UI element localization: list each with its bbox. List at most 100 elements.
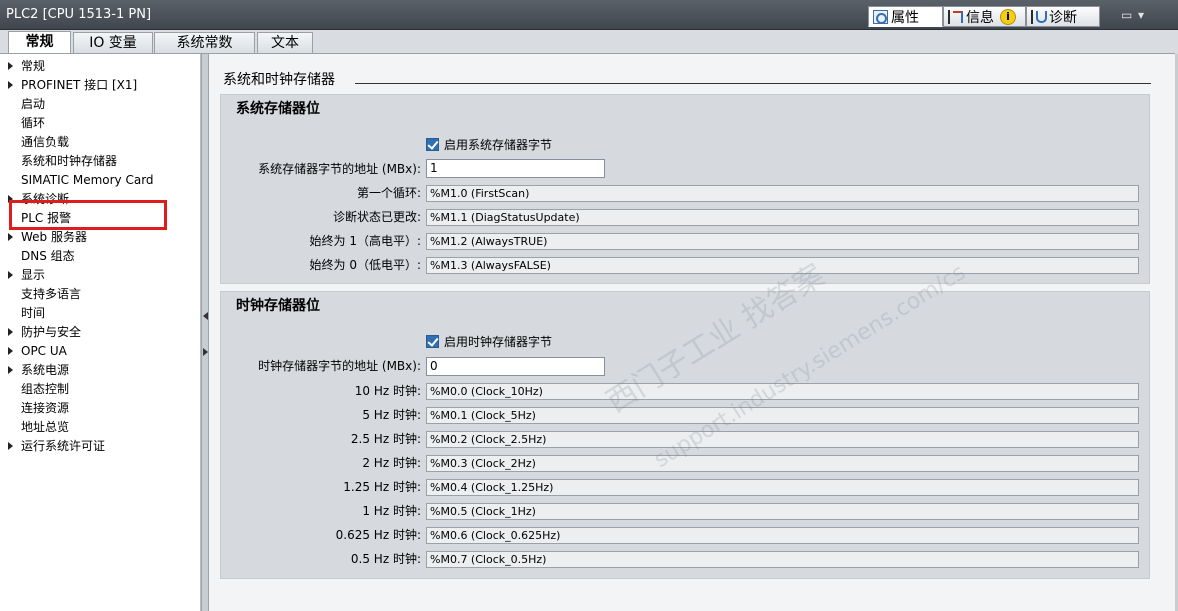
nav-item[interactable]: 系统和时钟存储器 xyxy=(0,152,200,171)
readonly-field: %M0.2 (Clock_2.5Hz) xyxy=(426,431,1139,448)
nav-item-label: Web 服务器 xyxy=(21,230,87,244)
field-label: 0.5 Hz 时钟: xyxy=(350,552,421,566)
nav-item-label: PROFINET 接口 [X1] xyxy=(21,78,138,92)
nav-item-label: OPC UA xyxy=(21,344,67,358)
properties-content: 系统和时钟存储器 系统存储器位 启用系统存储器字节 系统存储器字节的地址 (MB… xyxy=(209,54,1175,611)
nav-item-label: 通信负载 xyxy=(21,135,70,149)
nav-item-label: 启动 xyxy=(21,97,46,111)
tab-general[interactable]: 常规 xyxy=(8,31,71,55)
nav-item-label: 防护与安全 xyxy=(21,325,82,339)
readonly-field: %M0.7 (Clock_0.5Hz) xyxy=(426,551,1139,568)
nav-item-label: 常规 xyxy=(21,59,46,73)
clock-memory-group: 时钟存储器位 启用时钟存储器字节 时钟存储器字节的地址 (MBx): 0 10 … xyxy=(220,291,1150,579)
clock-memory-address-input[interactable]: 0 xyxy=(426,357,605,376)
nav-item-label: 组态控制 xyxy=(21,382,70,396)
nav-item[interactable]: 运行系统许可证 xyxy=(0,437,200,456)
expand-arrow-icon[interactable] xyxy=(8,62,13,70)
enable-clock-memory-checkbox[interactable]: 启用时钟存储器字节 xyxy=(426,333,552,349)
nav-item-label: DNS 组态 xyxy=(21,249,75,263)
checkbox-label: 启用时钟存储器字节 xyxy=(444,334,553,349)
field-label: 诊断状态已更改: xyxy=(332,210,421,224)
field-label: 时钟存储器字节的地址 (MBx): xyxy=(258,359,421,373)
nav-item[interactable]: 启动 xyxy=(0,95,200,114)
tab-system-constants[interactable]: 系统常数 xyxy=(154,32,255,54)
nav-item[interactable]: SIMATIC Memory Card xyxy=(0,171,200,190)
enable-system-memory-checkbox[interactable]: 启用系统存储器字节 xyxy=(426,136,552,152)
readonly-field: %M1.2 (AlwaysTRUE) xyxy=(426,233,1139,250)
system-memory-group: 系统存储器位 启用系统存储器字节 系统存储器字节的地址 (MBx): 1 第一个… xyxy=(220,94,1150,284)
nav-item[interactable]: 防护与安全 xyxy=(0,323,200,342)
readonly-field: %M0.6 (Clock_0.625Hz) xyxy=(426,527,1139,544)
nav-item-label: 连接资源 xyxy=(21,401,70,415)
nav-item[interactable]: 时间 xyxy=(0,304,200,323)
panel-tab-properties[interactable]: 属性 xyxy=(868,6,943,27)
panel-tab-label: 诊断 xyxy=(1049,9,1077,26)
nav-item[interactable]: PROFINET 接口 [X1] xyxy=(0,76,200,95)
panel-tab-label: 属性 xyxy=(891,9,919,26)
tab-io-tags[interactable]: IO 变量 xyxy=(73,32,153,54)
field-label: 始终为 1（高电平）: xyxy=(309,234,422,248)
nav-item-label: 显示 xyxy=(21,268,46,282)
expand-arrow-icon[interactable] xyxy=(8,347,13,355)
nav-item[interactable]: OPC UA xyxy=(0,342,200,361)
splitter[interactable] xyxy=(201,54,209,611)
field-label: 1.25 Hz 时钟: xyxy=(343,480,421,494)
property-navigation-tree: 常规 PROFINET 接口 [X1] 启动循环通信负载系统和时钟存储器 SIMATI… xyxy=(0,54,201,611)
nav-item[interactable]: Web 服务器 xyxy=(0,228,200,247)
diagnostics-icon xyxy=(1031,9,1047,24)
window-title: PLC2 [CPU 1513-1 PN] xyxy=(6,7,152,22)
expand-arrow-icon[interactable] xyxy=(8,233,13,241)
tab-texts[interactable]: 文本 xyxy=(257,32,313,54)
nav-item[interactable]: 连接资源 xyxy=(0,399,200,418)
nav-item[interactable]: 系统电源 xyxy=(0,361,200,380)
field-label: 2.5 Hz 时钟: xyxy=(350,432,421,446)
readonly-field: %M0.3 (Clock_2Hz) xyxy=(426,455,1139,472)
nav-item-label: 系统和时钟存储器 xyxy=(21,154,118,168)
nav-item[interactable]: 循环 xyxy=(0,114,200,133)
readonly-field: %M0.5 (Clock_1Hz) xyxy=(426,503,1139,520)
panel-tab-diagnostics[interactable]: 诊断 xyxy=(1026,6,1100,27)
nav-item[interactable]: 常规 xyxy=(0,57,200,76)
nav-item-label: SIMATIC Memory Card xyxy=(21,173,154,187)
readonly-field: %M0.0 (Clock_10Hz) xyxy=(426,383,1139,400)
restore-icon[interactable]: ▭ xyxy=(1121,8,1132,22)
expand-arrow-icon[interactable] xyxy=(8,328,13,336)
field-label: 系统存储器字节的地址 (MBx): xyxy=(258,162,421,176)
expand-right-icon[interactable] xyxy=(203,348,208,356)
field-label: 0.625 Hz 时钟: xyxy=(335,528,421,542)
nav-item[interactable]: 组态控制 xyxy=(0,380,200,399)
info-icon xyxy=(948,9,963,24)
field-label: 5 Hz 时钟: xyxy=(362,408,421,422)
title-bar: PLC2 [CPU 1513-1 PN] 属性 信息 i 诊断 ▭ ▾ xyxy=(0,0,1178,30)
field-label: 第一个循环: xyxy=(356,186,421,200)
nav-item-label: 支持多语言 xyxy=(21,287,82,301)
nav-item-label: 运行系统许可证 xyxy=(21,439,106,453)
tab-bar: 常规 IO 变量 系统常数 文本 xyxy=(0,30,1178,55)
highlight-box xyxy=(9,200,167,230)
readonly-field: %M0.1 (Clock_5Hz) xyxy=(426,407,1139,424)
checkbox-label: 启用系统存储器字节 xyxy=(444,137,553,152)
panel-tab-info[interactable]: 信息 i xyxy=(943,6,1026,27)
checkbox-checked-icon[interactable] xyxy=(426,137,439,151)
checkbox-checked-icon[interactable] xyxy=(426,334,439,348)
expand-arrow-icon[interactable] xyxy=(8,81,13,89)
nav-item[interactable]: 支持多语言 xyxy=(0,285,200,304)
nav-item-label: 时间 xyxy=(21,306,46,320)
readonly-field: %M1.3 (AlwaysFALSE) xyxy=(426,257,1139,274)
readonly-field: %M0.4 (Clock_1.25Hz) xyxy=(426,479,1139,496)
nav-item[interactable]: 显示 xyxy=(0,266,200,285)
field-label: 始终为 0（低电平）: xyxy=(309,258,422,272)
warning-icon: i xyxy=(1000,8,1016,25)
system-memory-address-input[interactable]: 1 xyxy=(426,159,605,178)
readonly-field: %M1.1 (DiagStatusUpdate) xyxy=(426,209,1139,226)
chevron-down-icon[interactable]: ▾ xyxy=(1138,8,1144,22)
expand-arrow-icon[interactable] xyxy=(8,366,13,374)
expand-arrow-icon[interactable] xyxy=(8,442,13,450)
nav-item[interactable]: 地址总览 xyxy=(0,418,200,437)
expand-arrow-icon[interactable] xyxy=(8,271,13,279)
nav-item[interactable]: DNS 组态 xyxy=(0,247,200,266)
nav-item[interactable]: 通信负载 xyxy=(0,133,200,152)
collapse-left-icon[interactable] xyxy=(203,312,208,320)
field-label: 1 Hz 时钟: xyxy=(362,504,421,518)
properties-icon xyxy=(873,9,888,24)
